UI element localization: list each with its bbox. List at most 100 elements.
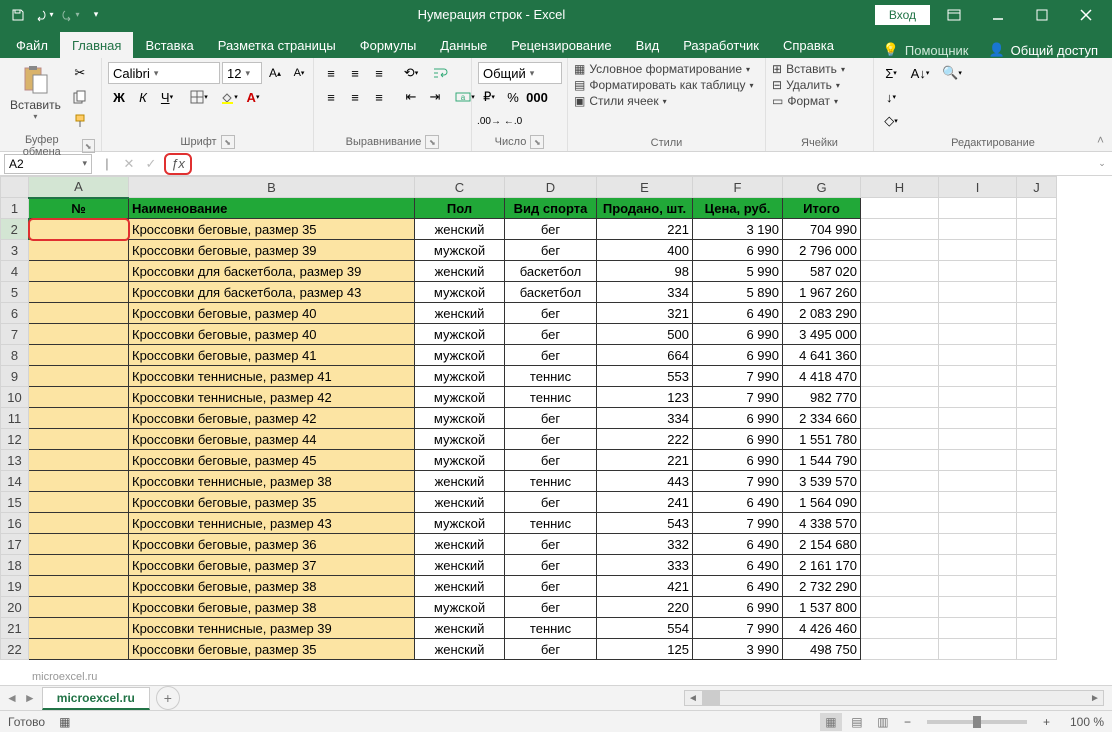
cell[interactable]	[1017, 555, 1057, 576]
cell[interactable]: Кроссовки беговые, размер 45	[129, 450, 415, 471]
cell[interactable]: 500	[597, 324, 693, 345]
cell[interactable]: 1 967 260	[783, 282, 861, 303]
cell[interactable]: бег	[505, 534, 597, 555]
redo-icon[interactable]: ▾	[58, 3, 82, 27]
cell[interactable]: Кроссовки теннисные, размер 41	[129, 366, 415, 387]
cell[interactable]: 4 418 470	[783, 366, 861, 387]
orientation-icon[interactable]: ⟲▾	[400, 62, 422, 84]
cell[interactable]	[861, 597, 939, 618]
cell[interactable]	[1017, 576, 1057, 597]
tab-вид[interactable]: Вид	[624, 32, 672, 58]
cell[interactable]	[29, 345, 129, 366]
increase-decimal-icon[interactable]: .00→	[478, 110, 500, 132]
font-color-icon[interactable]: А▾	[242, 86, 264, 108]
cell[interactable]	[939, 282, 1017, 303]
cell[interactable]: мужской	[415, 282, 505, 303]
cell[interactable]	[939, 345, 1017, 366]
cell[interactable]	[29, 618, 129, 639]
cell[interactable]	[1017, 492, 1057, 513]
cell[interactable]: женский	[415, 261, 505, 282]
row-header[interactable]: 21	[1, 618, 29, 639]
dialog-launcher-icon[interactable]: ⬊	[82, 139, 95, 153]
ribbon-display-icon[interactable]	[934, 0, 974, 29]
cell[interactable]: 7 990	[693, 618, 783, 639]
conditional-formatting-button[interactable]: ▦Условное форматирование▾	[574, 62, 750, 76]
tab-формулы[interactable]: Формулы	[348, 32, 429, 58]
cell[interactable]	[29, 471, 129, 492]
cell[interactable]: мужской	[415, 240, 505, 261]
cell[interactable]	[29, 450, 129, 471]
cell[interactable]: 3 990	[693, 639, 783, 660]
cell[interactable]	[29, 324, 129, 345]
cell[interactable]	[1017, 240, 1057, 261]
cell[interactable]	[29, 597, 129, 618]
cell[interactable]: 1 544 790	[783, 450, 861, 471]
cell[interactable]	[29, 261, 129, 282]
cell[interactable]: 2 732 290	[783, 576, 861, 597]
cell[interactable]	[939, 261, 1017, 282]
cell[interactable]	[1017, 429, 1057, 450]
cell[interactable]	[939, 618, 1017, 639]
cell[interactable]	[29, 576, 129, 597]
tell-me-search[interactable]: 💡Помощник	[873, 42, 979, 58]
cell[interactable]: 7 990	[693, 387, 783, 408]
cell[interactable]	[861, 366, 939, 387]
column-header[interactable]: J	[1017, 177, 1057, 198]
cell[interactable]: мужской	[415, 429, 505, 450]
cell[interactable]	[1017, 534, 1057, 555]
cell[interactable]: женский	[415, 534, 505, 555]
cell[interactable]: №	[29, 198, 129, 219]
cell[interactable]: 321	[597, 303, 693, 324]
cell[interactable]: женский	[415, 471, 505, 492]
cell[interactable]	[861, 198, 939, 219]
save-icon[interactable]	[6, 3, 30, 27]
cell[interactable]: 220	[597, 597, 693, 618]
cell[interactable]: Кроссовки беговые, размер 40	[129, 324, 415, 345]
cell[interactable]: 2 796 000	[783, 240, 861, 261]
cell[interactable]: 982 770	[783, 387, 861, 408]
cell[interactable]: теннис	[505, 366, 597, 387]
cell[interactable]	[861, 618, 939, 639]
dialog-launcher-icon[interactable]: ⬊	[425, 135, 439, 149]
paste-button[interactable]: Вставить ▾	[6, 62, 65, 123]
cell[interactable]: 6 490	[693, 303, 783, 324]
cell[interactable]: Наименование	[129, 198, 415, 219]
cell[interactable]: 332	[597, 534, 693, 555]
cell[interactable]	[29, 429, 129, 450]
cell[interactable]: бег	[505, 324, 597, 345]
percent-icon[interactable]: %	[502, 86, 524, 108]
cell[interactable]: бег	[505, 429, 597, 450]
cell[interactable]: 2 334 660	[783, 408, 861, 429]
zoom-level[interactable]: 100 %	[1060, 715, 1104, 729]
zoom-out-button[interactable]: −	[898, 715, 917, 729]
cell[interactable]	[1017, 282, 1057, 303]
align-top-icon[interactable]: ≡	[320, 62, 342, 84]
row-header[interactable]: 1	[1, 198, 29, 219]
cell[interactable]: 221	[597, 450, 693, 471]
sheet-nav-prev-icon[interactable]: ◄	[6, 691, 18, 705]
cell[interactable]: Кроссовки беговые, размер 41	[129, 345, 415, 366]
row-header[interactable]: 7	[1, 324, 29, 345]
cell[interactable]	[939, 534, 1017, 555]
zoom-slider[interactable]	[927, 720, 1027, 724]
column-header[interactable]: B	[129, 177, 415, 198]
cell[interactable]: женский	[415, 219, 505, 240]
column-header[interactable]: C	[415, 177, 505, 198]
insert-cells-button[interactable]: ⊞Вставить▾	[772, 62, 845, 76]
cell[interactable]: 2 154 680	[783, 534, 861, 555]
tab-разработчик[interactable]: Разработчик	[671, 32, 771, 58]
font-name-combo[interactable]: Calibri▾	[108, 62, 220, 84]
cell[interactable]: бег	[505, 597, 597, 618]
cell[interactable]	[939, 408, 1017, 429]
cell[interactable]: женский	[415, 303, 505, 324]
cell[interactable]: 554	[597, 618, 693, 639]
cell[interactable]: 6 490	[693, 492, 783, 513]
tab-рецензирование[interactable]: Рецензирование	[499, 32, 623, 58]
underline-button[interactable]: Ч▾	[156, 86, 178, 108]
cell[interactable]: бег	[505, 639, 597, 660]
cell[interactable]	[939, 492, 1017, 513]
cell[interactable]: 4 338 570	[783, 513, 861, 534]
cell[interactable]	[1017, 219, 1057, 240]
cell[interactable]: Кроссовки беговые, размер 37	[129, 555, 415, 576]
font-size-combo[interactable]: 12▾	[222, 62, 262, 84]
